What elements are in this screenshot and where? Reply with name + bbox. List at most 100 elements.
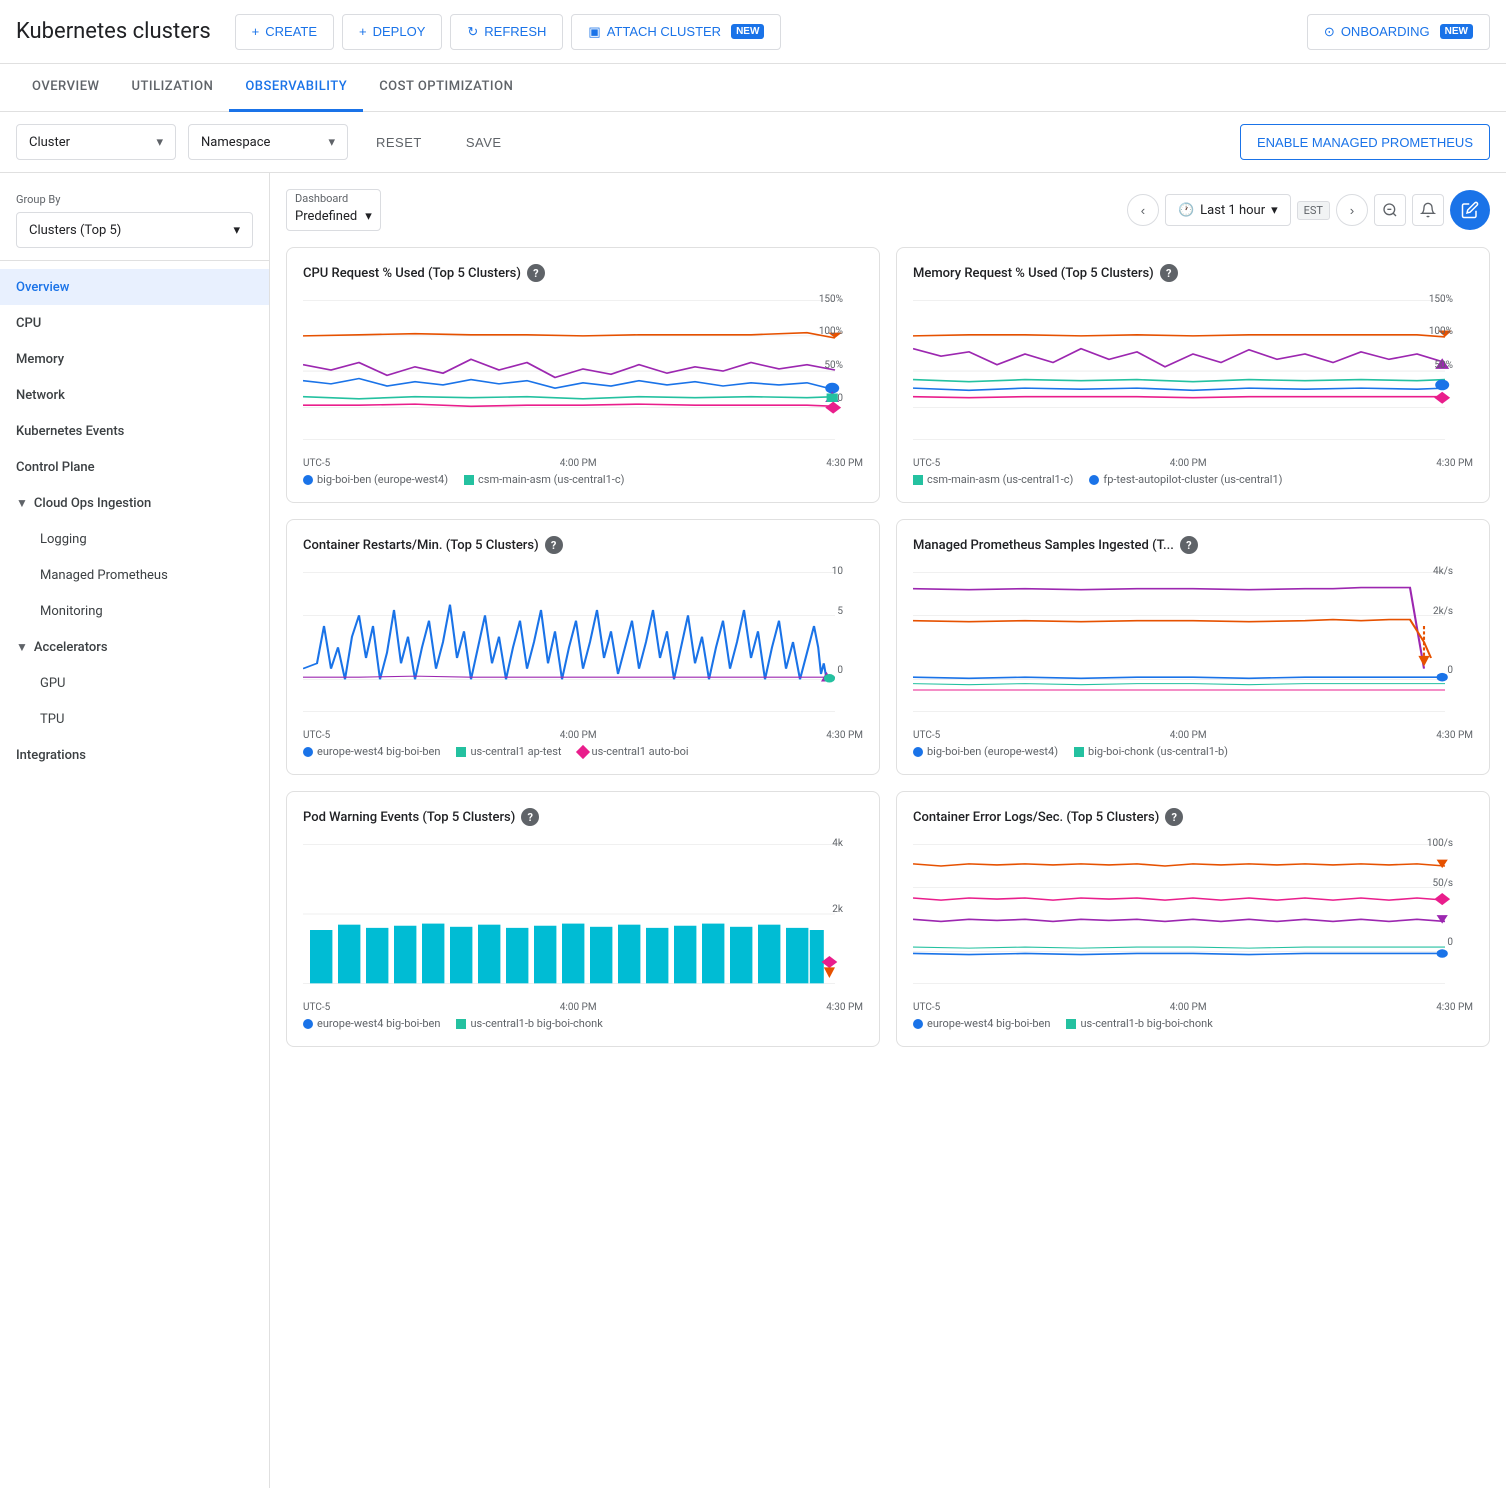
namespace-filter-label: Namespace [201, 135, 270, 150]
sidebar-item-monitoring[interactable]: Monitoring [0, 593, 269, 629]
top-header: Kubernetes clusters + CREATE + DEPLOY ↻ … [0, 0, 1506, 64]
container-restarts-help[interactable]: ? [545, 536, 563, 554]
restarts-y-10: 10 [832, 566, 843, 577]
dashboard-bar: Dashboard Predefined ▾ ‹ 🕐 Last 1 hour ▾… [286, 189, 1490, 231]
save-button[interactable]: SAVE [450, 124, 518, 160]
edit-button[interactable] [1450, 190, 1490, 230]
mem-y-100: 100% [1429, 326, 1453, 337]
cpu-request-area: 150% 100% 50% 0 [303, 290, 863, 450]
content-area: Dashboard Predefined ▾ ‹ 🕐 Last 1 hour ▾… [270, 173, 1506, 1488]
charts-grid: CPU Request % Used (Top 5 Clusters) ? [286, 247, 1490, 1047]
sidebar-item-gpu[interactable]: GPU [0, 665, 269, 701]
filter-bar: Cluster ▾ Namespace ▾ RESET SAVE ENABLE … [0, 112, 1506, 173]
dashboard-select[interactable]: Predefined ▾ [295, 205, 372, 228]
time-prev-button[interactable]: ‹ [1127, 194, 1159, 226]
err-y-100: 100/s [1427, 838, 1453, 849]
namespace-filter-chevron: ▾ [328, 135, 335, 150]
sidebar-item-kubernetes-events[interactable]: Kubernetes Events [0, 413, 269, 449]
attach-icon: ▣ [588, 24, 600, 40]
dashboard-select-wrap: Dashboard Predefined ▾ [286, 189, 381, 231]
memory-request-header: Memory Request % Used (Top 5 Clusters) ? [913, 264, 1473, 282]
cloud-ops-collapse-icon: ▼ [16, 496, 28, 510]
refresh-label: REFRESH [484, 24, 546, 39]
tab-overview[interactable]: OVERVIEW [16, 64, 115, 112]
onboarding-button[interactable]: ⊙ ONBOARDING NEW [1307, 14, 1490, 50]
cpu-y-max: 150% [819, 294, 843, 305]
cpu-y-100: 100% [819, 326, 843, 337]
dashboard-chevron: ▾ [365, 209, 372, 224]
time-next-button[interactable]: › [1336, 194, 1368, 226]
sidebar-item-logging[interactable]: Logging [0, 521, 269, 557]
cpu-request-help[interactable]: ? [527, 264, 545, 282]
reset-button[interactable]: RESET [360, 124, 438, 160]
error-legend: europe-west4 big-boi-ben us-central1-b b… [913, 1017, 1473, 1030]
attach-cluster-button[interactable]: ▣ ATTACH CLUSTER NEW [571, 14, 781, 50]
time-range-button[interactable]: 🕐 Last 1 hour ▾ [1165, 194, 1291, 226]
sidebar-item-accelerators[interactable]: ▼ Accelerators [0, 629, 269, 665]
onboarding-icon: ⊙ [1324, 24, 1335, 40]
refresh-button[interactable]: ↻ REFRESH [450, 14, 563, 50]
managed-prometheus-header: Managed Prometheus Samples Ingested (T..… [913, 536, 1473, 554]
namespace-filter[interactable]: Namespace ▾ [188, 124, 348, 160]
pod-warning-title: Pod Warning Events (Top 5 Clusters) [303, 810, 515, 825]
attach-cluster-new-badge: NEW [731, 24, 764, 39]
container-error-area: 100/s 50/s 0 [913, 834, 1473, 994]
sidebar-item-cloud-ops-ingestion[interactable]: ▼ Cloud Ops Ingestion [0, 485, 269, 521]
mem-y-max: 150% [1429, 294, 1453, 305]
sidebar-item-control-plane[interactable]: Control Plane [0, 449, 269, 485]
pod-warning-header: Pod Warning Events (Top 5 Clusters) ? [303, 808, 863, 826]
refresh-icon: ↻ [467, 24, 478, 40]
cpu-request-chart: CPU Request % Used (Top 5 Clusters) ? [286, 247, 880, 503]
group-by-section: Group By Clusters (Top 5) ▾ [0, 181, 269, 261]
sidebar-item-cpu[interactable]: CPU [0, 305, 269, 341]
pod-x-axis: UTC-5 4:00 PM 4:30 PM [303, 1002, 863, 1017]
group-by-label: Group By [16, 193, 253, 206]
pod-warning-help[interactable]: ? [521, 808, 539, 826]
cluster-filter-label: Cluster [29, 135, 70, 150]
container-error-help[interactable]: ? [1165, 808, 1183, 826]
create-button[interactable]: + CREATE [235, 14, 334, 50]
cluster-filter[interactable]: Cluster ▾ [16, 124, 176, 160]
prom-legend: big-boi-ben (europe-west4) big-boi-chonk… [913, 745, 1473, 758]
memory-request-title: Memory Request % Used (Top 5 Clusters) [913, 266, 1154, 281]
tab-utilization[interactable]: UTILIZATION [115, 64, 229, 112]
group-by-select[interactable]: Clusters (Top 5) ▾ [16, 212, 253, 248]
est-badge: EST [1297, 201, 1330, 220]
memory-request-area: 150% 100% 50% [913, 290, 1473, 450]
memory-request-help[interactable]: ? [1160, 264, 1178, 282]
tab-cost-optimization[interactable]: COST OPTIMIZATION [363, 64, 529, 112]
tab-observability[interactable]: OBSERVABILITY [229, 64, 363, 112]
sidebar-item-tpu[interactable]: TPU [0, 701, 269, 737]
page-title: Kubernetes clusters [16, 19, 211, 44]
container-restarts-area: 10 5 0 [303, 562, 863, 722]
managed-prometheus-title: Managed Prometheus Samples Ingested (T..… [913, 538, 1174, 553]
alert-icon-button[interactable] [1412, 194, 1444, 226]
cluster-filter-chevron: ▾ [156, 135, 163, 150]
onboarding-new-badge: NEW [1440, 24, 1473, 39]
dashboard-label: Dashboard [295, 192, 372, 205]
sidebar-item-managed-prometheus[interactable]: Managed Prometheus [0, 557, 269, 593]
restarts-legend: europe-west4 big-boi-ben us-central1 ap-… [303, 745, 863, 758]
sidebar-item-integrations[interactable]: Integrations [0, 737, 269, 773]
sidebar-item-memory[interactable]: Memory [0, 341, 269, 377]
deploy-button[interactable]: + DEPLOY [342, 14, 442, 50]
time-range-chevron: ▾ [1271, 203, 1278, 218]
sidebar: Group By Clusters (Top 5) ▾ Overview CPU… [0, 173, 270, 1488]
sidebar-item-overview[interactable]: Overview [0, 269, 269, 305]
prom-x-axis: UTC-5 4:00 PM 4:30 PM [913, 730, 1473, 745]
pod-y-2k: 2k [832, 904, 843, 915]
cpu-request-title: CPU Request % Used (Top 5 Clusters) [303, 266, 521, 281]
zoom-icon-button[interactable] [1374, 194, 1406, 226]
enable-managed-prometheus-button[interactable]: ENABLE MANAGED PROMETHEUS [1240, 124, 1490, 160]
cpu-request-header: CPU Request % Used (Top 5 Clusters) ? [303, 264, 863, 282]
prom-y-4k: 4k/s [1433, 566, 1453, 577]
pod-warning-chart: Pod Warning Events (Top 5 Clusters) ? [286, 791, 880, 1047]
main-layout: Group By Clusters (Top 5) ▾ Overview CPU… [0, 173, 1506, 1488]
group-by-chevron: ▾ [233, 223, 240, 238]
err-y-0: 0 [1447, 937, 1453, 948]
time-controls: ‹ 🕐 Last 1 hour ▾ EST › [1127, 190, 1490, 230]
dashboard-value: Predefined [295, 209, 357, 224]
sidebar-item-network[interactable]: Network [0, 377, 269, 413]
managed-prometheus-help[interactable]: ? [1180, 536, 1198, 554]
prom-y-2k: 2k/s [1433, 606, 1453, 617]
